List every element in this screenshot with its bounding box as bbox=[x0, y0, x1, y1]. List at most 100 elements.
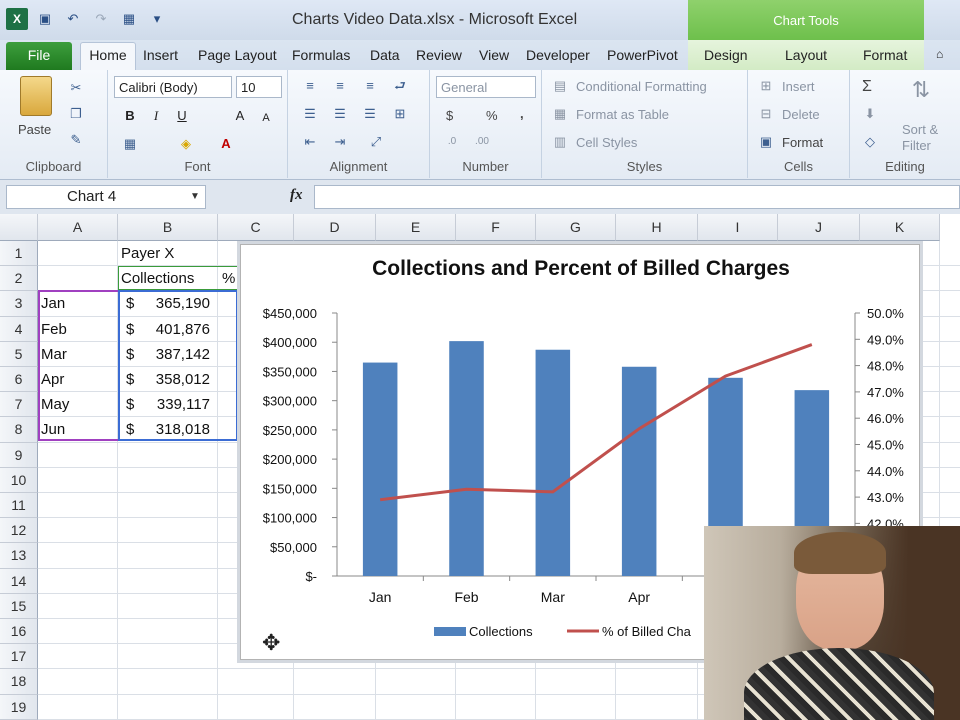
cell-a5[interactable]: Mar bbox=[41, 346, 67, 363]
insert-function-icon[interactable]: fx bbox=[290, 187, 303, 204]
save-icon[interactable]: ▣ bbox=[34, 8, 56, 30]
cell-b4[interactable]: 401,876 bbox=[150, 321, 210, 338]
row-header-11[interactable]: 11 bbox=[0, 493, 38, 519]
fill-color-icon[interactable]: ◈ bbox=[178, 136, 194, 152]
autosum-button[interactable]: Σ bbox=[862, 78, 872, 96]
tab-page-layout[interactable]: Page Layout bbox=[198, 47, 277, 63]
align-center-icon[interactable]: ☰ bbox=[332, 106, 348, 122]
merge-center-icon[interactable]: ⊞ bbox=[392, 106, 408, 122]
align-bottom-icon[interactable]: ≡ bbox=[362, 78, 378, 94]
name-box[interactable]: Chart 4 bbox=[6, 185, 206, 209]
row-header-2[interactable]: 2 bbox=[0, 266, 38, 292]
orientation-icon[interactable]: ⤢ bbox=[368, 134, 384, 150]
sort-filter-button[interactable]: Sort & bbox=[902, 122, 938, 137]
delete-cells-button[interactable]: Delete bbox=[782, 107, 820, 122]
row-header-15[interactable]: 15 bbox=[0, 593, 38, 619]
cell-a6[interactable]: Apr bbox=[41, 371, 64, 388]
tab-view[interactable]: View bbox=[479, 47, 509, 63]
borders-icon[interactable]: ▦ bbox=[122, 136, 138, 152]
underline-icon[interactable]: U bbox=[174, 108, 190, 124]
name-box-dropdown-icon[interactable]: ▼ bbox=[190, 191, 200, 202]
row-header-16[interactable]: 16 bbox=[0, 619, 38, 645]
conditional-formatting-icon[interactable]: ▤ bbox=[552, 78, 568, 94]
row-header-17[interactable]: 17 bbox=[0, 644, 38, 670]
filter-label[interactable]: Filter bbox=[902, 138, 931, 153]
italic-icon[interactable]: I bbox=[148, 108, 164, 124]
redo-icon[interactable]: ↷ bbox=[90, 8, 112, 30]
grow-font-icon[interactable]: A bbox=[232, 108, 248, 124]
percent-button[interactable]: % bbox=[486, 108, 498, 123]
cell-b8[interactable]: 318,018 bbox=[150, 421, 210, 438]
column-header-c[interactable]: C bbox=[218, 214, 294, 241]
column-header-a[interactable]: A bbox=[38, 214, 118, 241]
font-name-select[interactable]: Calibri (Body) bbox=[114, 76, 232, 98]
formula-input[interactable] bbox=[314, 185, 960, 209]
align-left-icon[interactable]: ☰ bbox=[302, 106, 318, 122]
cell-styles-button[interactable]: Cell Styles bbox=[576, 135, 637, 150]
comma-button[interactable]: , bbox=[520, 106, 524, 121]
shrink-font-icon[interactable]: A bbox=[258, 110, 274, 126]
row-header-6[interactable]: 6 bbox=[0, 367, 38, 393]
paste-button[interactable]: Paste bbox=[18, 122, 51, 137]
tab-powerpivot[interactable]: PowerPivot bbox=[607, 47, 678, 63]
cell-b5[interactable]: 387,142 bbox=[150, 346, 210, 363]
tab-developer[interactable]: Developer bbox=[526, 47, 590, 63]
align-right-icon[interactable]: ☰ bbox=[362, 106, 378, 122]
align-top-icon[interactable]: ≡ bbox=[302, 78, 318, 94]
currency-button[interactable]: $ bbox=[446, 108, 453, 123]
format-cells-icon[interactable]: ▣ bbox=[758, 134, 774, 150]
cell-b1[interactable]: Payer X bbox=[121, 245, 174, 262]
cell-a3[interactable]: Jan bbox=[41, 295, 65, 312]
paste-icon[interactable] bbox=[20, 76, 52, 116]
cell-b7[interactable]: 339,117 bbox=[150, 396, 210, 413]
column-header-d[interactable]: D bbox=[294, 214, 376, 241]
row-header-8[interactable]: 8 bbox=[0, 417, 38, 443]
collapse-ribbon-icon[interactable]: ⌂ bbox=[936, 47, 943, 61]
copy-icon[interactable]: ❐ bbox=[68, 106, 84, 122]
clear-icon[interactable]: ◇ bbox=[862, 134, 878, 150]
cell-c2[interactable]: % bbox=[222, 270, 235, 287]
decrease-decimal-icon[interactable]: .00 bbox=[474, 134, 490, 150]
column-header-j[interactable]: J bbox=[778, 214, 860, 241]
tab-layout[interactable]: Layout bbox=[785, 47, 827, 63]
tab-design[interactable]: Design bbox=[704, 47, 748, 63]
row-header-4[interactable]: 4 bbox=[0, 316, 38, 342]
cell-b6[interactable]: 358,012 bbox=[150, 371, 210, 388]
row-header-3[interactable]: 3 bbox=[0, 291, 38, 317]
column-header-h[interactable]: H bbox=[616, 214, 698, 241]
row-header-10[interactable]: 10 bbox=[0, 467, 38, 493]
format-as-table-button[interactable]: Format as Table bbox=[576, 107, 669, 122]
font-color-icon[interactable]: A bbox=[218, 136, 234, 152]
sort-filter-icon[interactable]: ⇅ bbox=[906, 79, 936, 112]
format-cells-button[interactable]: Format bbox=[782, 135, 823, 150]
column-header-e[interactable]: E bbox=[376, 214, 456, 241]
font-size-select[interactable]: 10 bbox=[236, 76, 282, 98]
row-header-13[interactable]: 13 bbox=[0, 543, 38, 569]
bold-icon[interactable]: B bbox=[122, 108, 138, 124]
tab-home[interactable]: Home bbox=[80, 42, 136, 72]
format-as-table-icon[interactable]: ▦ bbox=[552, 106, 568, 122]
column-header-g[interactable]: G bbox=[536, 214, 616, 241]
cell-a4[interactable]: Feb bbox=[41, 321, 67, 338]
row-header-5[interactable]: 5 bbox=[0, 341, 38, 367]
tab-formulas[interactable]: Formulas bbox=[292, 47, 350, 63]
row-header-14[interactable]: 14 bbox=[0, 568, 38, 594]
excel-logo-icon[interactable]: X bbox=[6, 8, 28, 30]
tab-insert[interactable]: Insert bbox=[143, 47, 178, 63]
row-header-18[interactable]: 18 bbox=[0, 669, 38, 695]
undo-icon[interactable]: ↶ bbox=[62, 8, 84, 30]
row-header-9[interactable]: 9 bbox=[0, 442, 38, 468]
cell-b3[interactable]: 365,190 bbox=[150, 295, 210, 312]
row-header-12[interactable]: 12 bbox=[0, 518, 38, 544]
column-header-b[interactable]: B bbox=[118, 214, 218, 241]
row-header-19[interactable]: 19 bbox=[0, 694, 38, 720]
insert-cells-icon[interactable]: ⊞ bbox=[758, 78, 774, 94]
increase-indent-icon[interactable]: ⇥ bbox=[332, 134, 348, 150]
select-all-corner[interactable] bbox=[0, 214, 38, 241]
format-painter-icon[interactable]: ✎ bbox=[68, 132, 84, 148]
cell-a8[interactable]: Jun bbox=[41, 421, 65, 438]
form-icon[interactable]: ▦ bbox=[118, 8, 140, 30]
fill-icon[interactable]: ⬇ bbox=[862, 106, 878, 122]
cut-icon[interactable]: ✂ bbox=[68, 80, 84, 96]
customize-qat-icon[interactable]: ▾ bbox=[146, 8, 168, 30]
